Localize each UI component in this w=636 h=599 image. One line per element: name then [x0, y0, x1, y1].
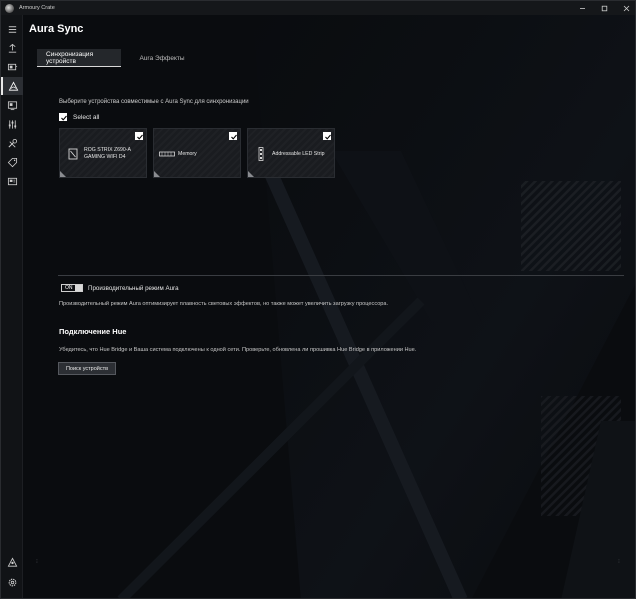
- performance-mode-label: Производительный режим Aura: [88, 284, 179, 292]
- user-icon: [7, 556, 17, 567]
- sidebar-item-news[interactable]: [1, 172, 23, 190]
- sidebar-item-device[interactable]: [1, 58, 23, 76]
- app-title: Armoury Crate: [19, 5, 55, 11]
- device-name: Memory: [178, 151, 197, 157]
- sidebar: [1, 15, 23, 598]
- sidebar-item-tools[interactable]: [1, 134, 23, 152]
- device-card-motherboard[interactable]: ROG STRIX Z690-A GAMING WIFI D4: [59, 128, 147, 178]
- device-checkbox[interactable]: [135, 132, 143, 140]
- device-name: Addressable LED Strip: [272, 151, 325, 157]
- device-checkbox[interactable]: [229, 132, 237, 140]
- instruction-text: Выберите устройства совместимые с Aura S…: [59, 99, 249, 105]
- deals-icon: [7, 157, 17, 167]
- motherboard-icon: [67, 147, 79, 161]
- home-icon: [8, 43, 16, 53]
- performance-mode-row: ON Производительный режим Aura: [61, 284, 179, 292]
- check-icon: [325, 134, 331, 140]
- card-corner: [248, 171, 254, 177]
- device-list: ROG STRIX Z690-A GAMING WIFI D4 Memory A…: [59, 128, 341, 178]
- scroll-indicator-right: ⁝: [618, 559, 620, 565]
- app-window: Armoury Crate Aura Sync Синхронизация ус…: [0, 0, 636, 599]
- sidebar-item-scenario[interactable]: [1, 115, 23, 133]
- search-devices-button[interactable]: Поиск устройств: [58, 362, 116, 375]
- sidebar-item-settings[interactable]: [1, 573, 23, 591]
- device-checkbox[interactable]: [323, 132, 331, 140]
- check-icon: [231, 134, 237, 140]
- tab-aura-effects[interactable]: Aura Эффекты: [121, 49, 203, 67]
- close-icon: [623, 5, 629, 11]
- select-all-label: Select all: [73, 113, 100, 121]
- performance-mode-description: Производительный режим Aura оптимизирует…: [59, 301, 389, 307]
- select-all-row[interactable]: Select all: [59, 113, 99, 121]
- maximize-button[interactable]: [593, 1, 615, 15]
- sidebar-item-aura-sync[interactable]: [1, 77, 23, 95]
- section-divider: [58, 275, 624, 276]
- led-strip-icon: [255, 147, 267, 161]
- minimize-icon: [579, 7, 585, 9]
- tools-icon: [7, 138, 17, 148]
- toggle-knob: [75, 285, 82, 291]
- tab-device-sync[interactable]: Синхронизация устройств: [37, 49, 121, 67]
- sidebar-item-menu[interactable]: [1, 20, 23, 38]
- close-button[interactable]: [615, 1, 635, 15]
- menu-icon: [8, 25, 16, 33]
- sidebar-item-deals[interactable]: [1, 153, 23, 171]
- check-icon: [61, 115, 67, 121]
- tab-bar: Синхронизация устройств Aura Эффекты: [37, 49, 203, 67]
- performance-mode-toggle[interactable]: ON: [61, 284, 83, 292]
- gamevisual-icon: [7, 100, 17, 110]
- hue-section-title: Подключение Hue: [59, 327, 127, 336]
- scenario-icon: [8, 119, 16, 129]
- maximize-icon: [601, 5, 607, 11]
- sidebar-item-gamevisual[interactable]: [1, 96, 23, 114]
- main-content: Aura Sync Синхронизация устройств Aura Э…: [23, 15, 635, 598]
- title-bar: Armoury Crate: [1, 1, 635, 15]
- check-icon: [137, 134, 143, 140]
- card-corner: [154, 171, 160, 177]
- memory-icon: [159, 147, 175, 161]
- device-icon: [7, 63, 17, 70]
- page-title: Aura Sync: [29, 23, 84, 35]
- device-card-led-strip[interactable]: Addressable LED Strip: [247, 128, 335, 178]
- select-all-checkbox[interactable]: [59, 113, 67, 121]
- device-name: ROG STRIX Z690-A GAMING WIFI D4: [84, 147, 131, 160]
- minimize-button[interactable]: [571, 1, 593, 15]
- card-corner: [60, 171, 66, 177]
- toggle-state: ON: [65, 285, 73, 291]
- sidebar-item-user[interactable]: [1, 553, 23, 571]
- window-controls: [571, 1, 635, 15]
- scroll-indicator-left: ⁝: [36, 559, 38, 565]
- sidebar-item-home[interactable]: [1, 39, 23, 57]
- rog-logo-icon: [5, 3, 14, 13]
- hue-section-description: Убедитесь, что Hue Bridge и Ваша система…: [59, 347, 417, 353]
- news-icon: [7, 177, 17, 185]
- aura-sync-icon: [8, 80, 18, 91]
- device-card-memory[interactable]: Memory: [153, 128, 241, 178]
- settings-icon: [8, 578, 16, 586]
